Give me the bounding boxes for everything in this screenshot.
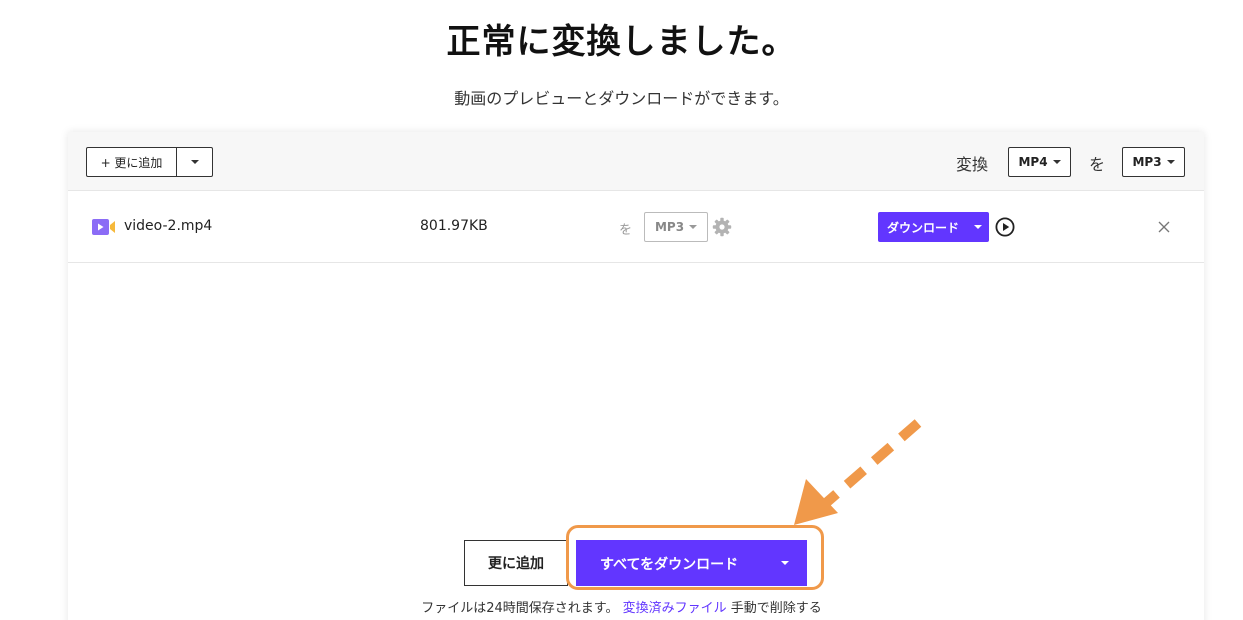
page-subtitle: 動画のプレビューとダウンロードができます。 (454, 89, 789, 108)
source-format-value: MP4 (1018, 155, 1048, 169)
file-row: video-2.mp4 801.97KB を MP3 ダウンロード (68, 192, 1204, 263)
convert-label: 変換 (956, 155, 989, 174)
target-format-value: MP3 (1132, 155, 1162, 169)
file-name: video-2.mp4 (124, 218, 213, 234)
gear-icon[interactable] (712, 217, 732, 237)
file-size: 801.97KB (420, 218, 488, 234)
row-format-connector: を (619, 223, 633, 238)
row-format-value: MP3 (654, 220, 685, 234)
chevron-down-icon (190, 160, 199, 164)
chevron-down-icon[interactable] (781, 561, 789, 565)
add-more-split-button: + 更に追加 (86, 147, 213, 177)
download-dropdown-toggle[interactable] (967, 212, 989, 242)
chevron-down-icon (1166, 160, 1175, 164)
converted-files-link[interactable]: 変換済みファイル (623, 601, 727, 616)
add-more-dropdown-toggle[interactable] (177, 148, 212, 176)
download-split-button: ダウンロード (878, 212, 990, 242)
chevron-down-icon (974, 225, 983, 229)
page-title: 正常に変換しました。 (446, 22, 797, 62)
play-icon[interactable] (995, 217, 1015, 237)
panel-toolbar: + 更に追加 変換 MP4 を MP3 (68, 132, 1204, 191)
source-format-select[interactable]: MP4 (1008, 147, 1071, 177)
video-file-icon (92, 219, 115, 235)
footer-note-suffix: 手動で削除する (730, 601, 822, 616)
footer-note: ファイルは24時間保存されます。 変換済みファイル 手動で削除する (0, 597, 1243, 616)
close-icon[interactable] (1158, 221, 1170, 233)
download-all-label: すべてをダウンロード (600, 557, 739, 573)
add-more-bottom-button[interactable]: 更に追加 (464, 540, 568, 586)
arrow-annotation (794, 419, 922, 525)
chevron-down-icon (689, 225, 698, 229)
add-more-button[interactable]: + 更に追加 (87, 148, 177, 176)
chevron-down-icon (1052, 160, 1061, 164)
download-button[interactable]: ダウンロード (878, 212, 967, 242)
target-format-select[interactable]: MP3 (1122, 147, 1185, 177)
footer-note-text: ファイルは24時間保存されます。 (421, 601, 619, 616)
download-all-button[interactable]: すべてをダウンロード (576, 540, 807, 586)
row-format-select[interactable]: MP3 (644, 212, 708, 242)
format-connector: を (1089, 155, 1106, 174)
